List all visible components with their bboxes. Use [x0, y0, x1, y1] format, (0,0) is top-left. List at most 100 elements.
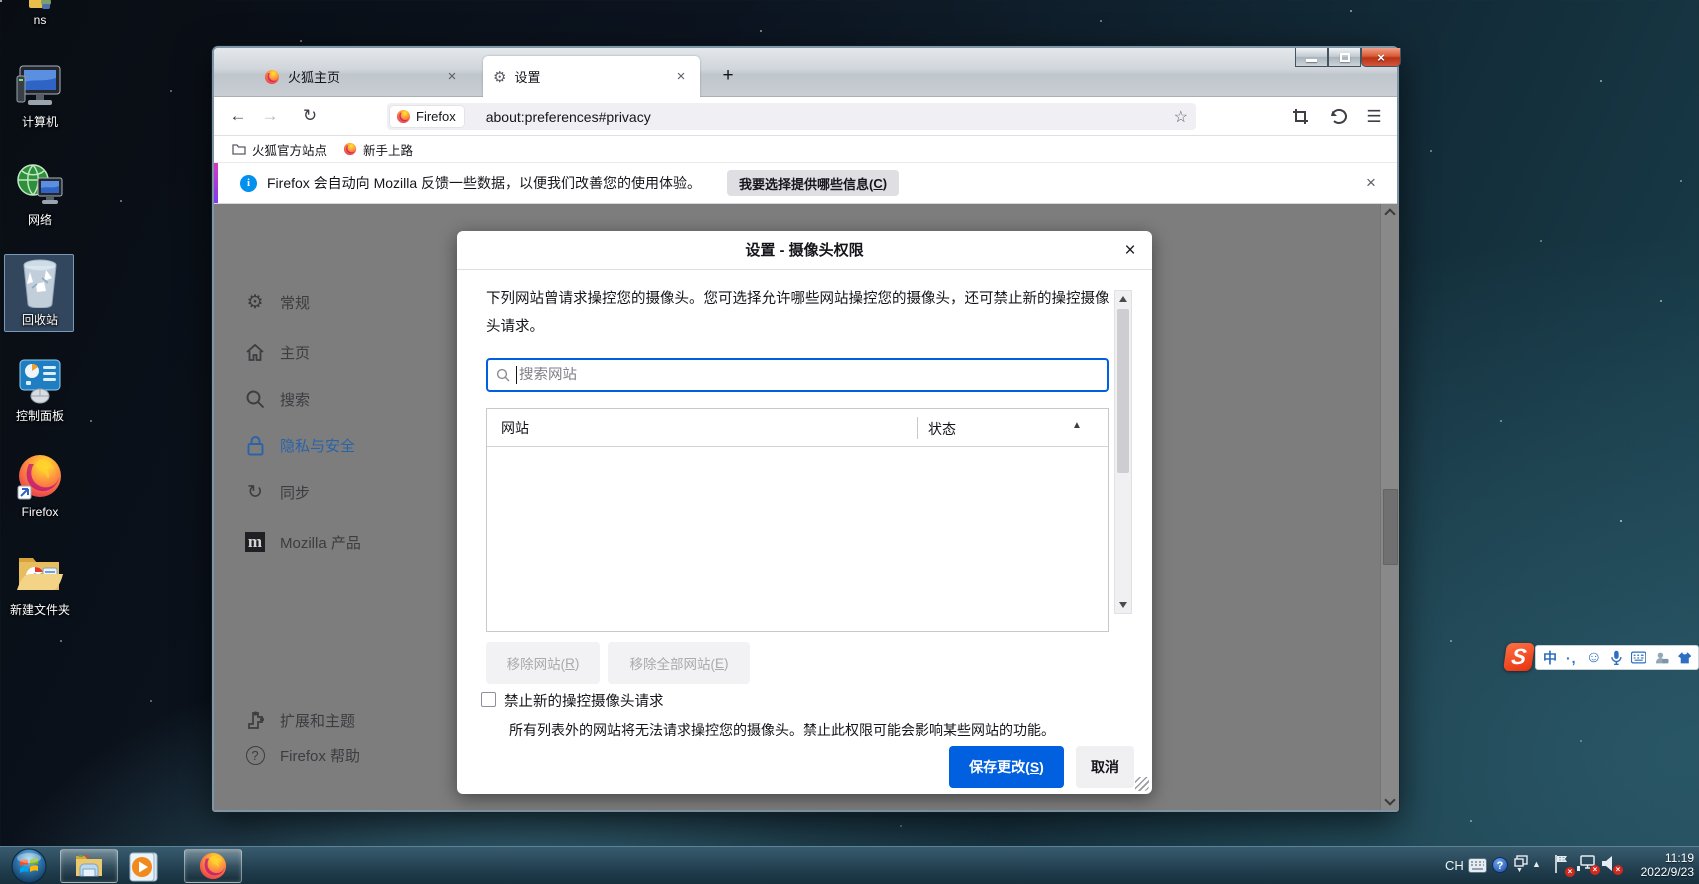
- tab-label: 设置: [514, 67, 672, 86]
- dialog-title: 设置 - 摄像头权限: [457, 231, 1152, 270]
- dialog-scrollbar-thumb[interactable]: [1117, 309, 1129, 473]
- sidebar-item-home[interactable]: 主页: [244, 335, 444, 369]
- notification-bar: i Firefox 会自动向 Mozilla 反馈一些数据，以便我们改善您的使用…: [214, 163, 1397, 204]
- question-icon: ?: [244, 744, 266, 766]
- dialog-close-icon[interactable]: ×: [1118, 239, 1142, 263]
- home-icon: [244, 341, 266, 363]
- desktop-icon-firefox[interactable]: Firefox: [2, 452, 78, 520]
- tray-clock[interactable]: 11:19 2022/9/23: [1620, 851, 1694, 879]
- back-button[interactable]: ←: [227, 106, 249, 126]
- sogou-mic-icon[interactable]: [1611, 650, 1622, 666]
- new-tab-button[interactable]: +: [714, 62, 742, 90]
- tray-show-hidden-icon[interactable]: ▲: [1532, 859, 1541, 869]
- sogou-account-icon[interactable]: [1655, 651, 1669, 665]
- sogou-logo-icon[interactable]: S: [1503, 643, 1535, 671]
- identity-box[interactable]: Firefox: [390, 106, 464, 127]
- tab-settings[interactable]: ⚙ 设置 ×: [483, 56, 700, 97]
- desktop-icon-control-panel[interactable]: 控制面板: [2, 356, 78, 424]
- sidebar-item-extensions[interactable]: 扩展和主题: [244, 703, 444, 737]
- tray-network-icon[interactable]: ×: [1576, 855, 1596, 872]
- tray-volume-icon[interactable]: ×: [1601, 855, 1619, 872]
- site-search-field[interactable]: [486, 358, 1109, 392]
- start-button[interactable]: [11, 848, 47, 884]
- button-label-end: ): [883, 176, 887, 191]
- desktop-icon-recycle-bin[interactable]: 回收站: [2, 258, 78, 328]
- tab-close-icon[interactable]: ×: [672, 68, 690, 86]
- menu-button[interactable]: ☰: [1363, 107, 1385, 127]
- taskbar: CH ? ▼ ▲ × × × 11:19 2022/9/23: [0, 846, 1699, 884]
- tray-ime-window-icon[interactable]: [1514, 855, 1528, 867]
- block-new-requests-checkbox[interactable]: [481, 692, 496, 707]
- scroll-up-icon[interactable]: [1384, 208, 1395, 219]
- sogou-chinese-mode-icon[interactable]: 中: [1543, 648, 1557, 668]
- desktop-icon-ns[interactable]: ns: [2, 0, 78, 28]
- sidebar-item-general[interactable]: ⚙ 常规: [244, 285, 444, 319]
- sidebar-label: 常规: [280, 292, 310, 313]
- sidebar-label: 隐私与安全: [280, 435, 355, 456]
- page-scrollbar[interactable]: [1380, 204, 1399, 810]
- close-button[interactable]: ×: [1361, 48, 1401, 67]
- restore-session-icon[interactable]: [1328, 107, 1347, 126]
- sidebar-item-mozilla-products[interactable]: m Mozilla 产品: [244, 525, 444, 559]
- search-icon: [496, 368, 510, 382]
- settings-page: ⚙ 常规 主页 搜索 隐私与安全 ↻ 同步 m Mozilla 产品 扩展和主题…: [214, 204, 1397, 810]
- taskbar-explorer-button[interactable]: [60, 849, 118, 883]
- dialog-resize-grip[interactable]: [1135, 777, 1149, 791]
- cancel-button[interactable]: 取消: [1076, 746, 1134, 788]
- sogou-emoji-icon[interactable]: ☺: [1586, 649, 1602, 667]
- url-bar[interactable]: Firefox about:preferences#privacy ☆: [387, 103, 1196, 130]
- scroll-up-icon[interactable]: [1119, 296, 1127, 302]
- desktop-icon-network[interactable]: 网络: [2, 162, 78, 228]
- remove-site-button[interactable]: 移除网站(R): [486, 642, 600, 684]
- sort-ascending-icon[interactable]: ▲: [1072, 420, 1082, 431]
- column-status[interactable]: 状态: [928, 419, 956, 439]
- column-site[interactable]: 网站: [501, 418, 529, 438]
- sogou-punctuation-icon[interactable]: ·,: [1566, 650, 1577, 666]
- screenshot-tool-icon[interactable]: [1292, 108, 1309, 125]
- tab-firefox-home[interactable]: 火狐主页 ×: [254, 56, 471, 97]
- tray-ime-dropdown-icon[interactable]: ▼: [1516, 867, 1523, 874]
- url-text[interactable]: about:preferences#privacy: [486, 109, 651, 125]
- firefox-icon: [198, 851, 228, 881]
- tab-close-icon[interactable]: ×: [443, 68, 461, 86]
- taskbar-firefox-button[interactable]: [184, 849, 242, 883]
- maximize-button[interactable]: [1328, 48, 1361, 67]
- taskbar-media-player-button[interactable]: [128, 851, 160, 883]
- desktop-icon-computer[interactable]: 计算机: [2, 64, 78, 130]
- bookmark-item[interactable]: 新手上路: [363, 140, 413, 159]
- tray-keyboard-icon[interactable]: [1468, 858, 1487, 873]
- dialog-scrollbar[interactable]: [1114, 290, 1132, 614]
- tray-help-icon[interactable]: ?: [1492, 857, 1508, 873]
- sidebar-label: 扩展和主题: [280, 710, 355, 731]
- sidebar-item-sync[interactable]: ↻ 同步: [244, 475, 444, 509]
- forward-button[interactable]: →: [259, 106, 281, 126]
- notification-close-icon[interactable]: ×: [1366, 173, 1376, 193]
- save-changes-button[interactable]: 保存更改(S): [949, 746, 1064, 788]
- button-accesskey: C: [873, 176, 882, 191]
- scroll-down-icon[interactable]: [1119, 602, 1127, 608]
- sidebar-item-help[interactable]: ? Firefox 帮助: [244, 738, 444, 772]
- sidebar-item-privacy[interactable]: 隐私与安全: [244, 428, 444, 462]
- explorer-icon: [74, 853, 104, 879]
- page-scrollbar-thumb[interactable]: [1383, 489, 1398, 565]
- bookmark-star-icon[interactable]: ☆: [1174, 107, 1188, 127]
- notification-accent: [214, 163, 218, 203]
- reload-button[interactable]: ↻: [299, 106, 321, 126]
- button-accesskey: R: [565, 656, 575, 671]
- sogou-skin-icon[interactable]: [1678, 651, 1692, 665]
- sogou-keyboard-icon[interactable]: [1631, 651, 1646, 664]
- bookmark-item[interactable]: 火狐官方站点: [252, 140, 327, 159]
- minimize-button[interactable]: [1295, 48, 1328, 67]
- desktop-icon-new-folder[interactable]: 新建文件夹: [2, 548, 78, 618]
- choose-data-button[interactable]: 我要选择提供哪些信息(C): [727, 170, 899, 196]
- new-folder-icon: [15, 548, 65, 598]
- sidebar-label: 主页: [280, 342, 310, 363]
- tray-action-center-icon[interactable]: ×: [1553, 854, 1571, 874]
- button-accesskey: E: [715, 656, 724, 671]
- remove-all-sites-button[interactable]: 移除全部网站(E): [608, 642, 750, 684]
- scroll-down-icon[interactable]: [1384, 794, 1395, 805]
- tray-language-indicator[interactable]: CH: [1445, 858, 1464, 873]
- button-label-end: ): [575, 656, 580, 671]
- sidebar-item-search[interactable]: 搜索: [244, 382, 444, 416]
- search-input[interactable]: [519, 367, 1107, 383]
